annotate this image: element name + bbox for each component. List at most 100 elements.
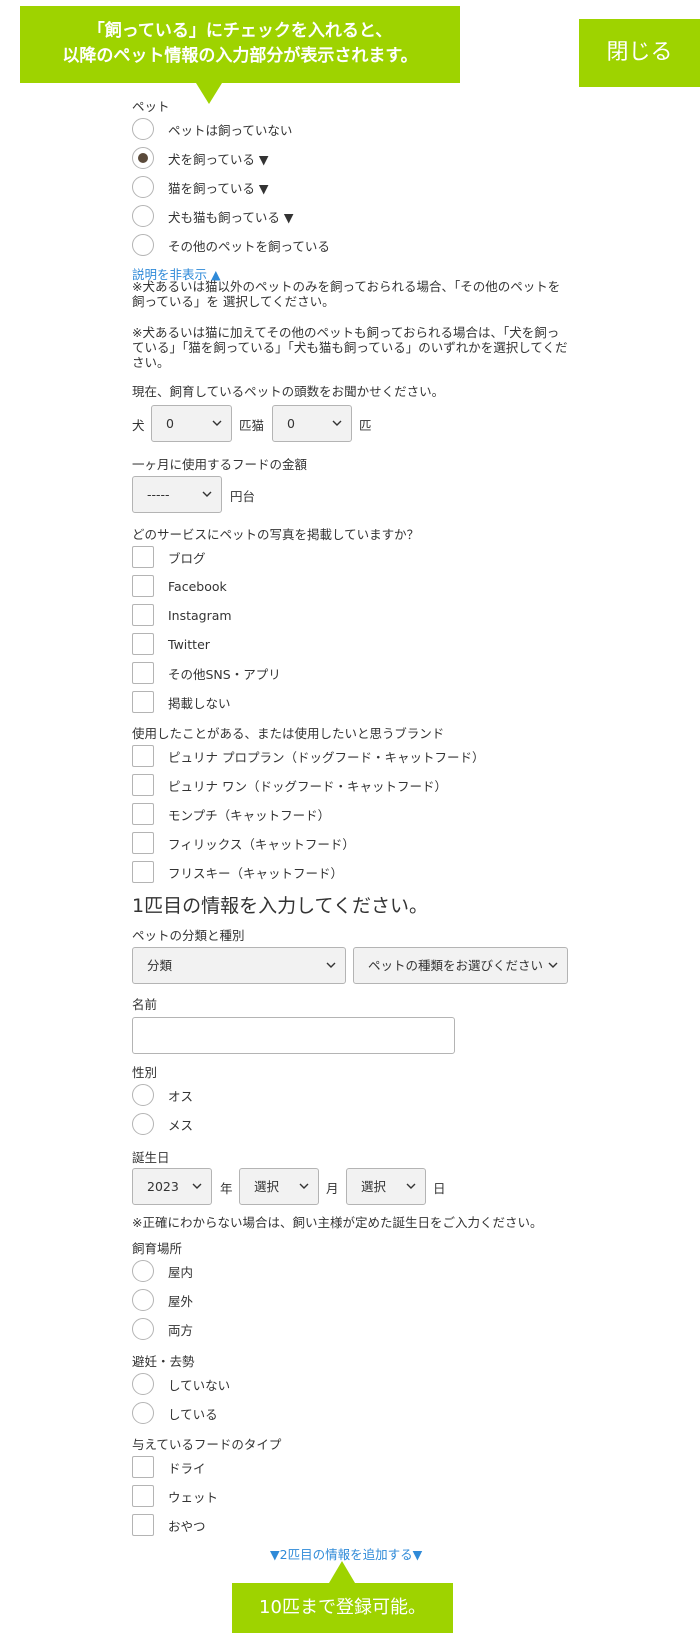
pet1-category-value: 分類 — [147, 958, 173, 973]
checkbox[interactable] — [132, 662, 154, 684]
cat-count-select[interactable]: 0 — [272, 405, 352, 442]
birth-day-unit: 日 — [433, 1181, 446, 1196]
photo-option-twitter[interactable]: Twitter — [132, 633, 210, 655]
brand-option-felix[interactable]: フィリックス（キャットフード） — [132, 832, 355, 854]
chevron-down-icon — [406, 1169, 416, 1204]
checkbox[interactable] — [132, 604, 154, 626]
food-type-option-dry[interactable]: ドライ — [132, 1456, 206, 1478]
place-option-label: 屋内 — [168, 1264, 194, 1280]
food-cost-select[interactable]: ----- — [132, 476, 222, 513]
checkbox[interactable] — [132, 832, 154, 854]
pet-option-other[interactable]: その他のペットを飼っている — [132, 234, 330, 256]
photo-option-label: Facebook — [168, 578, 227, 594]
pet1-name-label: 名前 — [132, 997, 158, 1012]
chevron-down-icon — [332, 406, 342, 441]
photo-option-facebook[interactable]: Facebook — [132, 575, 227, 597]
photo-option-label: Instagram — [168, 607, 232, 623]
checkbox[interactable] — [132, 575, 154, 597]
checkbox[interactable] — [132, 861, 154, 883]
neuter-option-label: していない — [168, 1377, 231, 1393]
close-button[interactable]: 閉じる — [579, 19, 700, 87]
food-cost-value: ----- — [147, 487, 170, 502]
dog-count-select[interactable]: 0 — [151, 405, 232, 442]
radio-button[interactable] — [132, 1289, 154, 1311]
neuter-option-yes[interactable]: している — [132, 1402, 218, 1424]
pet-option-label: ペットは飼っていない — [168, 122, 293, 138]
place-option-outdoor[interactable]: 屋外 — [132, 1289, 193, 1311]
pet1-category-select[interactable]: 分類 — [132, 947, 346, 984]
photo-option-label: 掲載しない — [168, 695, 231, 711]
pet1-sex-label: 性別 — [132, 1065, 158, 1080]
checkbox[interactable] — [132, 1514, 154, 1536]
instruction-callout-top: 「飼っている」にチェックを入れると、 以降のペット情報の入力部分が表示されます。 — [20, 6, 460, 104]
pet-option-label: 犬を飼っている ▼ — [168, 151, 269, 167]
pet1-sex-option-male[interactable]: オス — [132, 1084, 193, 1106]
place-option-both[interactable]: 両方 — [132, 1318, 193, 1340]
birth-day-select[interactable]: 選択 — [346, 1168, 426, 1205]
photo-option-label: その他SNS・アプリ — [168, 666, 281, 682]
chevron-down-icon — [299, 1169, 309, 1204]
birthday-note: ※正確にわからない場合は、飼い主様が定めた誕生日をご入力ください。 — [132, 1215, 543, 1230]
photo-option-blog[interactable]: ブログ — [132, 546, 206, 568]
pet-note-other: ※犬あるいは猫以外のペットのみを飼っておられる場合、「その他のペットを飼っている… — [132, 279, 561, 309]
checkbox[interactable] — [132, 546, 154, 568]
radio-button[interactable] — [132, 176, 154, 198]
pet-option-none[interactable]: ペットは飼っていない — [132, 118, 292, 140]
food-cost-unit: 円台 — [230, 489, 256, 504]
pet-count-label: 現在、飼育しているペットの頭数をお聞かせください。 — [132, 384, 445, 399]
brand-option-monpetit[interactable]: モンプチ（キャットフード） — [132, 803, 330, 825]
radio-button-selected[interactable] — [132, 147, 154, 169]
checkbox[interactable] — [132, 691, 154, 713]
checkbox[interactable] — [132, 633, 154, 655]
pet1-type-select[interactable]: ペットの種類をお選びください — [353, 947, 568, 984]
pet1-name-input[interactable] — [132, 1017, 455, 1054]
radio-button[interactable] — [132, 118, 154, 140]
neuter-option-no[interactable]: していない — [132, 1373, 230, 1395]
food-type-option-treats[interactable]: おやつ — [132, 1514, 206, 1536]
photo-option-instagram[interactable]: Instagram — [132, 604, 232, 626]
checkbox[interactable] — [132, 1456, 154, 1478]
pet-option-cat[interactable]: 猫を飼っている ▼ — [132, 176, 268, 198]
food-type-option-label: ウェット — [168, 1489, 219, 1505]
pet-option-label: その他のペットを飼っている — [168, 238, 330, 254]
pet1-food-type-label: 与えているフードのタイプ — [132, 1437, 282, 1452]
brand-option-friskies[interactable]: フリスキー（キャットフード） — [132, 861, 343, 883]
birth-month-select[interactable]: 選択 — [239, 1168, 319, 1205]
callout-pointer — [196, 83, 222, 104]
pet1-place-label: 飼育場所 — [132, 1241, 183, 1256]
checkbox[interactable] — [132, 803, 154, 825]
pet1-neuter-label: 避妊・去勢 — [132, 1354, 195, 1369]
photo-option-none[interactable]: 掲載しない — [132, 691, 231, 713]
pet-option-dog[interactable]: 犬を飼っている ▼ — [132, 147, 268, 169]
food-type-option-label: おやつ — [168, 1518, 206, 1534]
brand-option-label: フリスキー（キャットフード） — [168, 865, 344, 881]
photo-services-label: どのサービスにペットの写真を掲載していますか？ — [132, 527, 420, 542]
birth-month-value: 選択 — [254, 1179, 280, 1194]
checkbox[interactable] — [132, 1485, 154, 1507]
pet-option-dog-and-cat[interactable]: 犬も猫も飼っている ▼ — [132, 205, 293, 227]
photo-option-label: ブログ — [168, 550, 206, 566]
radio-button[interactable] — [132, 1373, 154, 1395]
radio-button[interactable] — [132, 234, 154, 256]
radio-button[interactable] — [132, 1084, 154, 1106]
dog-count-unit-cat-prefix: 匹猫 — [239, 418, 265, 433]
brand-option-one[interactable]: ピュリナ ワン（ドッグフード・キャットフード） — [132, 774, 447, 796]
food-type-option-wet[interactable]: ウェット — [132, 1485, 218, 1507]
brand-option-proplan[interactable]: ピュリナ プロプラン（ドッグフード・キャットフード） — [132, 745, 484, 767]
birth-year-select[interactable]: 2023 — [132, 1168, 212, 1205]
callout-line-1: 「飼っている」にチェックを入れると、 — [87, 21, 393, 41]
birth-year-value: 2023 — [147, 1179, 179, 1194]
checkbox[interactable] — [132, 745, 154, 767]
chevron-down-icon — [326, 948, 336, 983]
radio-button[interactable] — [132, 1402, 154, 1424]
pet1-sex-option-female[interactable]: メス — [132, 1113, 193, 1135]
radio-button[interactable] — [132, 1260, 154, 1282]
radio-button[interactable] — [132, 205, 154, 227]
photo-option-other-sns[interactable]: その他SNS・アプリ — [132, 662, 281, 684]
cat-count-unit: 匹 — [359, 418, 372, 433]
photo-option-label: Twitter — [168, 636, 210, 652]
radio-button[interactable] — [132, 1113, 154, 1135]
radio-button[interactable] — [132, 1318, 154, 1340]
place-option-indoor[interactable]: 屋内 — [132, 1260, 193, 1282]
checkbox[interactable] — [132, 774, 154, 796]
